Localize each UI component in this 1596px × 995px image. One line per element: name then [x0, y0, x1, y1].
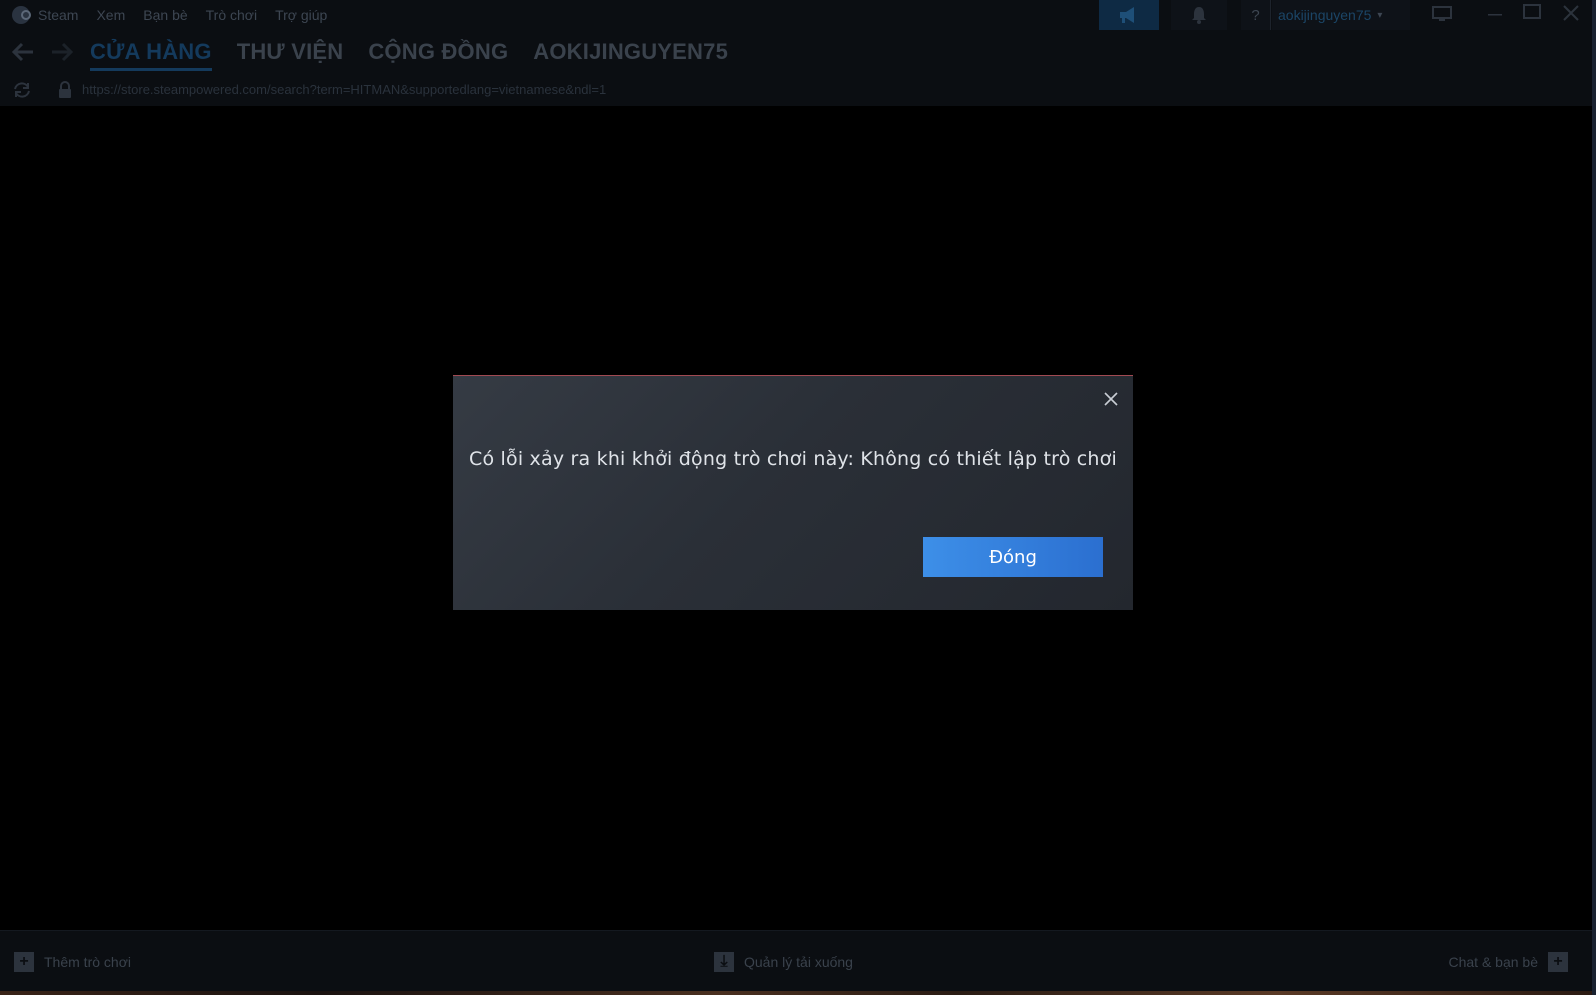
menu-bar: Steam Xem Bạn bè Trò chơi Trợ giúp [12, 0, 345, 30]
tab-community[interactable]: CỘNG ĐỒNG [368, 39, 508, 65]
bell-icon [1192, 7, 1206, 24]
bottom-bar: + Thêm trò chơi ⤓ Quản lý tải xuống Chat… [0, 930, 1596, 991]
manage-downloads-button[interactable]: ⤓ Quản lý tải xuống [714, 951, 853, 973]
help-button[interactable]: ? [1241, 0, 1271, 30]
error-dialog: Có lỗi xảy ra khi khởi động trò chơi này… [453, 375, 1133, 610]
megaphone-icon [1120, 7, 1134, 23]
forward-arrow-icon[interactable] [50, 41, 74, 63]
username-label: aokijinguyen75 [1278, 7, 1372, 23]
navigation-bar: CỬA HÀNG THƯ VIỆN CỘNG ĐỒNG AOKIJINGUYEN… [0, 30, 1596, 74]
steam-window: Steam Xem Bạn bè Trò chơi Trợ giúp ? aok… [0, 0, 1596, 995]
title-bar: Steam Xem Bạn bè Trò chơi Trợ giúp ? aok… [0, 0, 1596, 30]
back-arrow-icon[interactable] [11, 41, 35, 63]
big-picture-icon[interactable] [1432, 6, 1452, 22]
menu-steam[interactable]: Steam [38, 7, 78, 23]
friends-icon: + [1548, 952, 1568, 972]
desktop-background-strip [0, 991, 1596, 995]
account-menu-button[interactable]: aokijinguyen75 ▾ [1272, 0, 1410, 30]
menu-games[interactable]: Trò chơi [206, 7, 257, 23]
chevron-down-icon: ▾ [1377, 9, 1383, 21]
add-game-button[interactable]: + Thêm trò chơi [14, 951, 131, 973]
url-bar: https://store.steampowered.com/search?te… [0, 74, 1596, 106]
maximize-icon[interactable] [1519, 2, 1545, 22]
tab-store[interactable]: CỬA HÀNG [90, 39, 212, 71]
close-dialog-button[interactable]: Đóng [923, 537, 1103, 577]
plus-icon: + [14, 952, 34, 972]
reload-icon[interactable] [12, 81, 32, 99]
menu-help[interactable]: Trợ giúp [275, 7, 327, 23]
menu-friends[interactable]: Bạn bè [143, 7, 187, 23]
main-tabs: CỬA HÀNG THƯ VIỆN CỘNG ĐỒNG AOKIJINGUYEN… [90, 30, 753, 74]
error-message: Có lỗi xảy ra khi khởi động trò chơi này… [469, 448, 1117, 470]
tab-library[interactable]: THƯ VIỆN [237, 39, 344, 65]
chat-label: Chat & bạn bè [1448, 954, 1538, 970]
menu-view[interactable]: Xem [96, 7, 125, 23]
close-icon[interactable] [1100, 388, 1122, 410]
window-close-icon[interactable] [1558, 2, 1584, 24]
window-edge [1592, 0, 1596, 995]
announcements-button[interactable] [1099, 0, 1159, 30]
url-address[interactable]: https://store.steampowered.com/search?te… [82, 82, 606, 97]
steam-logo-icon [12, 6, 31, 24]
tab-profile[interactable]: AOKIJINGUYEN75 [533, 39, 728, 65]
friends-chat-button[interactable]: Chat & bạn bè + [1448, 951, 1568, 973]
add-game-label: Thêm trò chơi [44, 954, 131, 970]
lock-icon [59, 81, 71, 98]
downloads-label: Quản lý tải xuống [744, 954, 853, 970]
notifications-button[interactable] [1171, 0, 1227, 30]
minimize-icon[interactable] [1482, 4, 1508, 24]
download-icon: ⤓ [714, 952, 734, 972]
